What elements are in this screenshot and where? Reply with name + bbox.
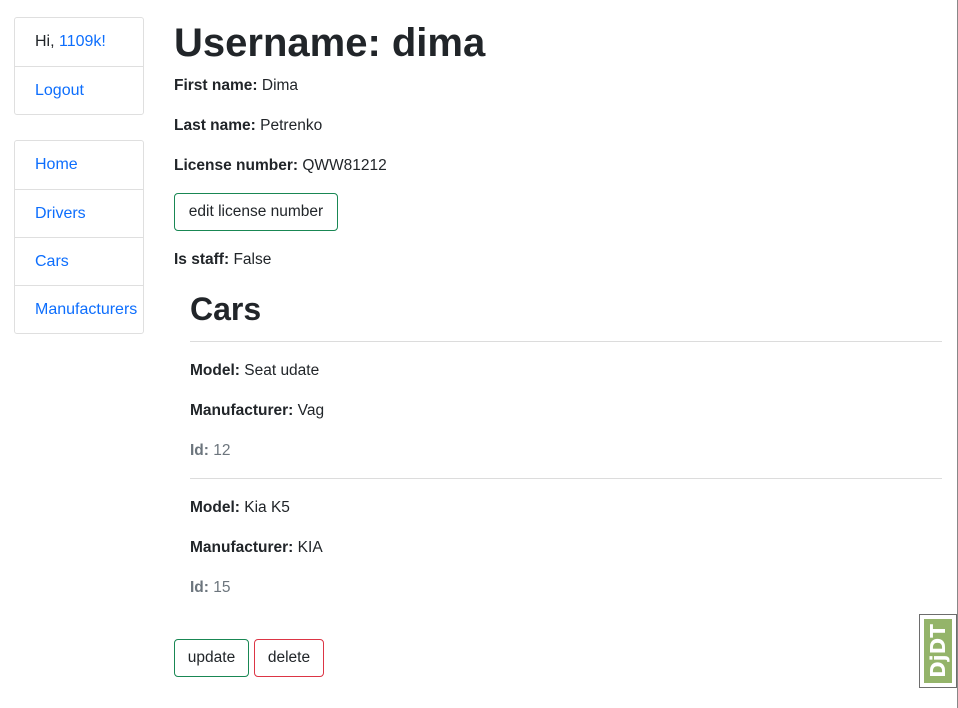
is-staff-label: Is staff: xyxy=(174,251,230,268)
update-button[interactable]: update xyxy=(174,639,249,677)
debug-toolbar-badge: DjDT xyxy=(924,619,952,683)
is-staff-field: Is staff: False xyxy=(174,250,271,270)
page-title: Username: dima xyxy=(174,21,486,65)
car-model-value: Seat udate xyxy=(244,362,320,379)
car-manufacturer-field: Manufacturer: KIA xyxy=(190,538,323,558)
debug-toolbar-label: DjDT xyxy=(926,624,951,678)
car-id-label: Id: xyxy=(190,579,209,596)
last-name-label: Last name: xyxy=(174,117,256,134)
car-manufacturer-label: Manufacturer: xyxy=(190,402,294,419)
sidebar-item-label[interactable]: Drivers xyxy=(35,205,86,222)
car-id-label: Id: xyxy=(190,442,209,459)
car-model-field: Model: Kia K5 xyxy=(190,498,290,518)
sidebar-item-label[interactable]: Home xyxy=(35,156,78,173)
license-number-label: License number: xyxy=(174,157,299,174)
is-staff-value: False xyxy=(233,251,272,268)
delete-button[interactable]: delete xyxy=(254,639,324,677)
sidebar-item-home[interactable]: Home xyxy=(15,141,143,189)
edit-license-number-button[interactable]: edit license number xyxy=(174,193,338,231)
sidebar-item-manufacturers[interactable]: Manufacturers xyxy=(15,285,143,333)
car-id-field: Id: 12 xyxy=(190,441,231,461)
car-model-label: Model: xyxy=(190,362,240,379)
car-model-value: Kia K5 xyxy=(244,499,290,516)
sidebar-item-drivers[interactable]: Drivers xyxy=(15,189,143,237)
logout-item[interactable]: Logout xyxy=(15,66,143,114)
car-manufacturer-value: KIA xyxy=(297,539,323,556)
divider xyxy=(190,341,942,342)
car-manufacturer-field: Manufacturer: Vag xyxy=(190,401,324,421)
debug-toolbar-handle[interactable]: DjDT xyxy=(919,614,957,688)
sidebar-item-label[interactable]: Cars xyxy=(35,253,69,270)
page: Hi, 1109k! Logout Home Drivers Cars Manu… xyxy=(0,0,958,708)
user-panel: Hi, 1109k! Logout xyxy=(14,17,144,115)
last-name-field: Last name: Petrenko xyxy=(174,116,322,136)
logout-link[interactable]: Logout xyxy=(35,82,84,99)
first-name-value: Dima xyxy=(261,77,299,94)
car-id-value: 12 xyxy=(213,442,231,459)
car-model-field: Model: Seat udate xyxy=(190,361,319,381)
cars-title: Cars xyxy=(190,291,262,327)
car-manufacturer-label: Manufacturer: xyxy=(190,539,294,556)
car-id-value: 15 xyxy=(213,579,231,596)
sidebar-item-cars[interactable]: Cars xyxy=(15,237,143,285)
car-id-field: Id: 15 xyxy=(190,578,231,598)
license-number-value: QWW81212 xyxy=(302,157,387,174)
car-model-label: Model: xyxy=(190,499,240,516)
first-name-field: First name: Dima xyxy=(174,76,298,96)
divider xyxy=(190,478,942,479)
first-name-label: First name: xyxy=(174,77,258,94)
license-number-field: License number: QWW81212 xyxy=(174,156,387,176)
sidebar-item-label[interactable]: Manufacturers xyxy=(35,301,137,318)
username-link[interactable]: 1109k! xyxy=(59,33,106,50)
last-name-value: Petrenko xyxy=(260,117,323,134)
greeting: Hi, 1109k! xyxy=(15,18,143,66)
greeting-prefix: Hi, xyxy=(35,33,59,50)
sidebar-nav: Home Drivers Cars Manufacturers xyxy=(14,140,144,334)
car-manufacturer-value: Vag xyxy=(297,402,325,419)
